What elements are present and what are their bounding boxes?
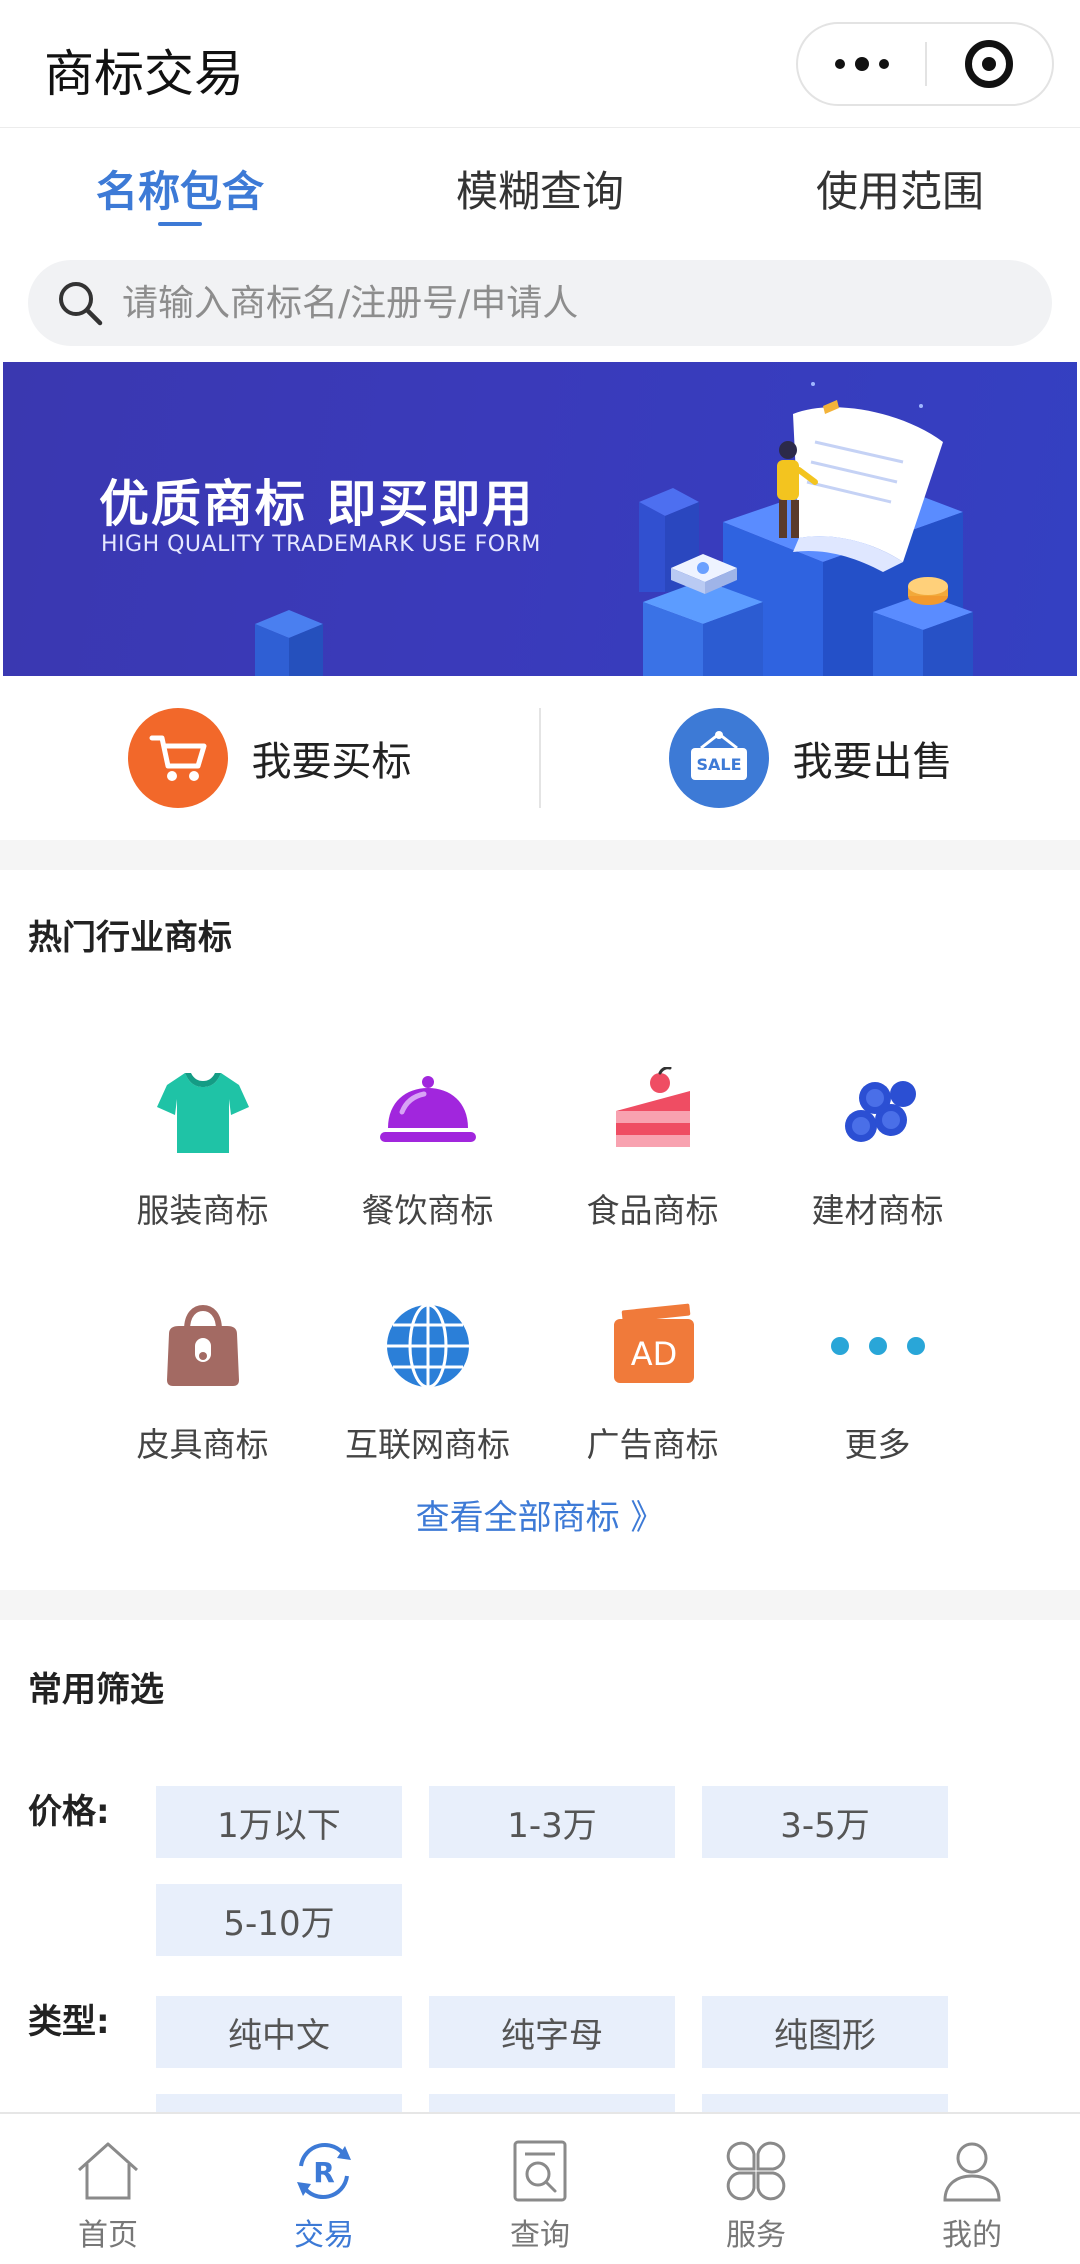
- home-icon: [77, 2142, 139, 2200]
- trade-r-text: R: [313, 2156, 335, 2189]
- service-grid-icon: [726, 2141, 786, 2201]
- price-chip[interactable]: 1-3万: [429, 1786, 675, 1858]
- nav-label: 我的: [942, 2218, 1002, 2253]
- banner-subtitle: HIGH QUALITY TRADEMARK USE FORM: [101, 532, 541, 557]
- type-chip-partial: [702, 2094, 948, 2112]
- pipes-icon: [818, 1052, 938, 1172]
- category-label: 食品商标: [586, 1191, 719, 1230]
- hot-industry-grid: 服装商标 餐饮商标 食品商标 建材商标 皮具商标 互联网商标 AD 广告商标 更…: [90, 1040, 990, 1508]
- category-label: 广告商标: [586, 1425, 719, 1464]
- query-icon: [513, 2140, 567, 2202]
- category-leather[interactable]: 皮具商标: [90, 1274, 315, 1508]
- promo-banner[interactable]: 优质商标 即买即用 HIGH QUALITY TRADEMARK USE FOR…: [3, 362, 1077, 676]
- nav-trade[interactable]: R 交易: [216, 2114, 432, 2264]
- ad-icon-text: AD: [630, 1335, 677, 1373]
- buy-trademark-button[interactable]: 我要买标: [0, 676, 539, 840]
- search-mode-tabs: 名称包含 模糊查询 使用范围: [0, 130, 1080, 240]
- category-catering[interactable]: 餐饮商标: [315, 1040, 540, 1274]
- category-label: 餐饮商标: [361, 1191, 494, 1230]
- category-label: 皮具商标: [136, 1425, 269, 1464]
- category-internet[interactable]: 互联网商标: [315, 1274, 540, 1508]
- category-food[interactable]: 食品商标: [540, 1040, 765, 1274]
- nav-service[interactable]: 服务: [648, 2114, 864, 2264]
- sell-trademark-label: 我要出售: [792, 739, 953, 785]
- price-chip[interactable]: 3-5万: [702, 1786, 948, 1858]
- search-icon: [59, 282, 103, 326]
- category-label: 互联网商标: [345, 1425, 510, 1464]
- sale-tag-icon: SALE: [668, 708, 769, 808]
- category-advertising[interactable]: AD 广告商标: [540, 1274, 765, 1508]
- tab-usage-scope[interactable]: 使用范围: [720, 130, 1080, 240]
- user-icon: [943, 2142, 1001, 2202]
- ad-icon: AD: [593, 1286, 713, 1406]
- more-dots-icon: [834, 59, 845, 69]
- bottom-tab-bar: 首页 R 交易 查询 服务 我的: [0, 2112, 1080, 2264]
- price-filter-label: 价格:: [28, 1792, 110, 1832]
- tshirt-icon: [143, 1052, 263, 1172]
- type-chip[interactable]: 纯字母: [429, 1996, 675, 2068]
- page-title: 商标交易: [44, 45, 244, 103]
- price-chip[interactable]: 5-10万: [156, 1884, 402, 1956]
- type-chip[interactable]: 纯图形: [702, 1996, 948, 2068]
- leather-bag-icon: [143, 1286, 263, 1406]
- category-more[interactable]: 更多: [765, 1274, 990, 1508]
- type-filter-label: 类型:: [28, 2002, 110, 2042]
- target-circle-icon: [965, 40, 1014, 88]
- view-all-trademarks-link[interactable]: 查看全部商标 》: [0, 1490, 1080, 1539]
- type-chip[interactable]: 纯中文: [156, 1996, 402, 2068]
- top-bar: 商标交易: [0, 0, 1080, 128]
- miniprogram-capsule: [796, 22, 1054, 106]
- globe-icon: [368, 1286, 488, 1406]
- type-chip-partial: [156, 2094, 402, 2112]
- category-label: 服装商标: [136, 1191, 269, 1230]
- category-building-materials[interactable]: 建材商标: [765, 1040, 990, 1274]
- nav-label: 服务: [726, 2218, 786, 2253]
- close-miniprogram-button[interactable]: [927, 24, 1052, 104]
- nav-label: 交易: [294, 2218, 354, 2253]
- category-label: 建材商标: [811, 1191, 944, 1230]
- search-input[interactable]: [122, 282, 982, 324]
- tab-name-contains[interactable]: 名称包含: [0, 130, 360, 240]
- category-label: 更多: [844, 1425, 911, 1464]
- more-dots-icon: [818, 1286, 938, 1406]
- section-gap: [0, 1590, 1080, 1620]
- search-bar[interactable]: [28, 260, 1052, 346]
- banner-title: 优质商标 即买即用: [99, 475, 535, 533]
- nav-query[interactable]: 查询: [432, 2114, 648, 2264]
- cart-icon: [127, 708, 228, 808]
- nav-label: 首页: [78, 2218, 138, 2253]
- more-menu-button[interactable]: [798, 24, 925, 104]
- food-cloche-icon: [368, 1052, 488, 1172]
- price-chip[interactable]: 1万以下: [156, 1786, 402, 1858]
- buy-sell-actions: 我要买标 SALE 我要出售: [0, 676, 1080, 840]
- tab-fuzzy-query[interactable]: 模糊查询: [360, 130, 720, 240]
- sell-trademark-button[interactable]: SALE 我要出售: [541, 676, 1080, 840]
- category-clothing[interactable]: 服装商标: [90, 1040, 315, 1274]
- cake-icon: [593, 1052, 713, 1172]
- nav-home[interactable]: 首页: [0, 2114, 216, 2264]
- section-gap: [0, 840, 1080, 870]
- trade-r-icon: R: [297, 2142, 351, 2200]
- sale-tag-text: SALE: [696, 755, 741, 774]
- nav-mine[interactable]: 我的: [864, 2114, 1080, 2264]
- buy-trademark-label: 我要买标: [251, 739, 412, 785]
- type-chip-partial: [429, 2094, 675, 2112]
- nav-label: 查询: [510, 2218, 570, 2253]
- hot-industry-title: 热门行业商标: [28, 918, 232, 958]
- common-filters-title: 常用筛选: [28, 1670, 164, 1710]
